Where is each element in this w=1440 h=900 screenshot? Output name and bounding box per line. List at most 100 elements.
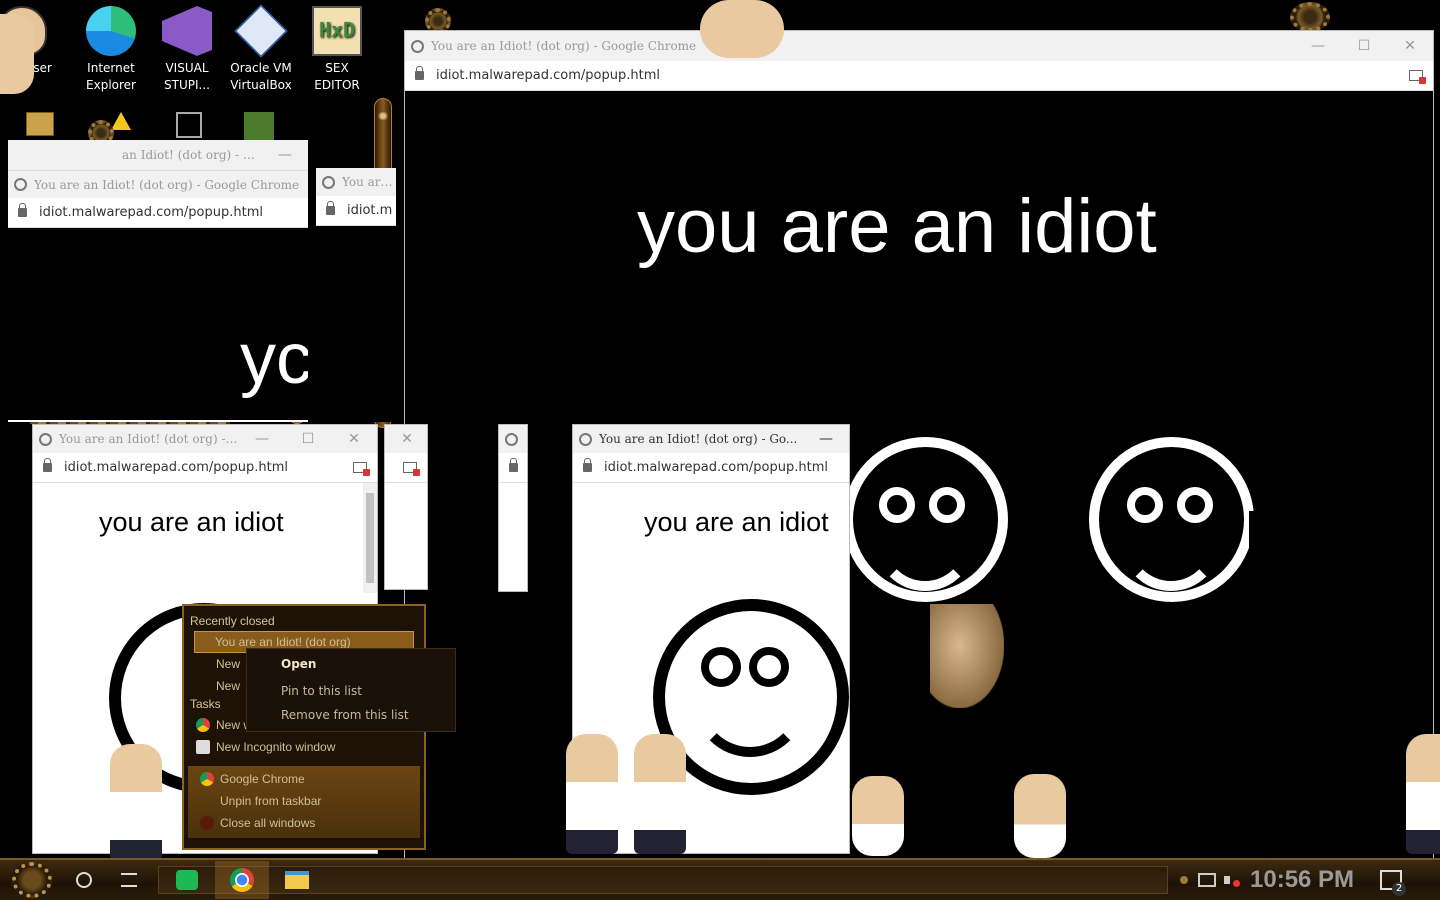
address-bar[interactable]: idiot.malwarepad.com/popup.html [33,453,377,483]
title-bar[interactable]: You are an Idiot! (dot org) - Google Chr… [405,31,1433,61]
popup-window-sliver[interactable] [498,424,528,592]
lock-icon [509,458,518,472]
address-bar[interactable]: idiot.malwarepad.com/popup.html [573,453,849,483]
volume-muted-icon[interactable] [1224,873,1240,887]
desktop-icon-visual-studio[interactable]: VISUAL STUPI... [153,6,221,94]
minimize-icon[interactable]: — [239,431,285,447]
desktop-icon-hex-editor[interactable]: HxD SEX EDITOR [303,6,371,94]
desktop-icon-label: VISUAL STUPI... [164,61,210,92]
jumplist-item-label: Google Chrome [220,772,305,786]
notification-count-badge: 2 [1392,882,1407,896]
black-cover [1249,511,1329,691]
popup-blocked-icon[interactable] [1409,70,1426,84]
minimize-icon[interactable]: — [262,147,308,163]
task-view-button[interactable] [104,861,154,899]
jumplist-task-new-incognito[interactable]: New Incognito window [184,736,424,758]
lock-icon [18,203,27,217]
desktop-icon-label: SEX EDITOR [314,61,360,92]
context-menu-pin[interactable]: Pin to this list [247,679,455,703]
maximize-icon[interactable]: ☐ [1341,38,1387,54]
minecraft-icon [244,112,274,140]
gear-decoration [1290,2,1330,32]
window-title: You are an Idiot! (dot org) - Go... [599,432,798,446]
maximize-icon[interactable]: ☐ [285,431,331,447]
address-bar[interactable] [499,453,527,483]
popup-window-main[interactable]: You are an Idiot! (dot org) - Google Chr… [404,30,1434,860]
tray-chevron-icon[interactable] [1180,876,1188,884]
close-icon[interactable]: ✕ [397,431,417,447]
task-view-icon [121,873,137,887]
hamster-image [930,604,1004,708]
title-bar[interactable]: You are an Idiot! (dot org) - Go... — [573,425,849,453]
globe-icon [411,39,424,53]
popup-blocked-icon[interactable] [403,462,420,476]
idiot-message: you are an idiot [637,184,1157,269]
close-icon[interactable]: ✕ [1387,38,1433,54]
taskbar-chrome[interactable] [215,861,269,899]
globe-icon [505,432,518,446]
title-bar[interactable]: You are a [316,168,396,196]
desktop-icon-internet-explorer[interactable]: Internet Explorer [77,6,145,94]
url-text: idiot.malwarepad.com/popup.html [39,205,263,220]
popup-window-sliver[interactable]: ✕ [384,424,428,590]
smiley-mouth [1121,491,1221,591]
address-bar[interactable]: idiot.malwarepad.com/popup.html [405,61,1433,91]
virtualbox-icon [234,4,288,58]
clock[interactable]: 10:56 PM [1250,866,1354,894]
search-button[interactable] [64,861,104,899]
idiot-message: you are an idiot [99,507,284,537]
desktop-icon-label: Oracle VM VirtualBox [230,61,292,92]
title-bar[interactable]: You are an Idiot! (dot org) - Google Chr… [8,170,308,198]
character-image [1014,774,1066,858]
idiot-message: you are an idiot [644,507,829,537]
context-menu-remove[interactable]: Remove from this list [247,703,455,727]
chrome-icon [196,718,210,732]
window-title: You are an Idiot! (dot org) - Google Chr… [34,177,300,192]
character-image [0,14,34,94]
popup-window-small-back[interactable]: an Idiot! (dot org) - Go... — You are an… [8,140,308,422]
globe-icon [39,432,52,446]
warning-icon [111,112,131,130]
scrollbar-thumb[interactable] [366,493,374,583]
edge-icon [86,6,136,56]
taskbar-file-explorer[interactable] [269,861,325,899]
context-menu-open[interactable]: Open [247,649,455,679]
popup-blocked-icon[interactable] [353,462,370,476]
taskbar: 10:56 PM 2 [0,858,1440,900]
character-image [852,776,904,856]
jumplist-close-all[interactable]: Close all windows [188,812,420,834]
smiley-mouth [693,643,807,757]
idiot-message: yc [240,319,308,399]
url-text: idiot.malwarepad.com/popup.html [604,460,828,475]
scrollbar[interactable] [363,483,377,593]
title-bar[interactable]: ✕ [385,425,427,453]
popup-body: yc [8,228,308,420]
address-bar[interactable]: idiot.m [316,196,396,226]
title-bar[interactable] [499,425,527,453]
taskbar-spotify[interactable] [159,861,215,899]
jumplist-unpin[interactable]: Unpin from taskbar [188,790,420,812]
lock-icon [43,458,52,472]
title-bar[interactable]: an Idiot! (dot org) - Go... — [8,140,308,170]
network-icon[interactable] [1198,873,1216,887]
close-icon[interactable]: ✕ [331,431,377,447]
taskbar-app-area [158,861,1168,899]
black-cover [1009,511,1089,691]
title-bar[interactable]: You are an Idiot! (dot org) - Go... — ☐ … [33,425,377,453]
minimize-icon[interactable]: — [1295,38,1341,54]
character-image [566,734,618,854]
start-button[interactable] [0,861,64,899]
address-bar[interactable]: idiot.malwarepad.com/popup.html [8,198,308,228]
desktop-icon-virtualbox[interactable]: Oracle VM VirtualBox [227,4,295,94]
start-orb-icon [12,862,52,898]
minimize-icon[interactable]: — [803,431,849,447]
jumplist-app-google-chrome[interactable]: Google Chrome [188,768,420,790]
globe-icon [579,432,592,446]
address-bar[interactable] [385,453,427,483]
popup-body [499,483,527,591]
notification-center-button[interactable]: 2 [1380,870,1407,896]
popup-window-narrow[interactable]: You are a idiot.m [316,168,396,422]
jumplist-item-label: New Incognito window [216,740,336,754]
search-circle-icon [76,872,92,888]
lock-icon [583,458,592,472]
